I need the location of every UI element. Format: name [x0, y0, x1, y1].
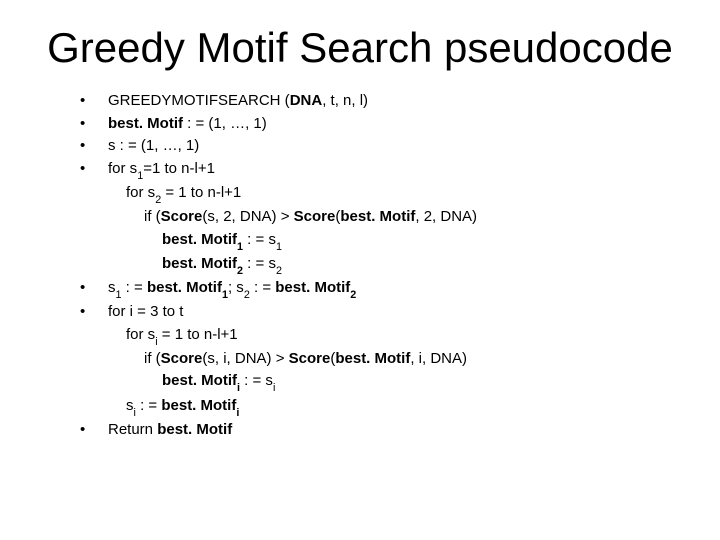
code-line: •best. Motif1 : = s1 [80, 229, 680, 253]
code-text: best. Motif2 : = s2 [108, 253, 680, 277]
code-text: s1 : = best. Motif1; s2 : = best. Motif2 [108, 277, 680, 301]
bullet-icon: • [80, 277, 108, 300]
code-text: if (Score(s, 2, DNA) > Score(best. Motif… [108, 206, 680, 229]
code-text: for s1=1 to n-l+1 [108, 158, 680, 182]
code-line: •GREEDYMOTIFSEARCH (DNA, t, n, l) [80, 90, 680, 113]
code-text: best. Motifi : = si [108, 370, 680, 394]
slide-title: Greedy Motif Search pseudocode [40, 24, 680, 72]
code-line: •if (Score(s, 2, DNA) > Score(best. Moti… [80, 206, 680, 229]
code-text: best. Motif : = (1, …, 1) [108, 113, 680, 136]
code-line: •s1 : = best. Motif1; s2 : = best. Motif… [80, 277, 680, 301]
bullet-icon: • [80, 113, 108, 136]
code-text: best. Motif1 : = s1 [108, 229, 680, 253]
bullet-icon: • [80, 135, 108, 158]
code-line: •for si = 1 to n-l+1 [80, 324, 680, 348]
code-text: s : = (1, …, 1) [108, 135, 680, 158]
code-text: GREEDYMOTIFSEARCH (DNA, t, n, l) [108, 90, 680, 113]
code-text: Return best. Motif [108, 419, 680, 442]
slide: Greedy Motif Search pseudocode •GREEDYMO… [0, 0, 720, 540]
code-text: si : = best. Motifi [108, 395, 680, 419]
code-text: for si = 1 to n-l+1 [108, 324, 680, 348]
code-line: •s : = (1, …, 1) [80, 135, 680, 158]
code-line: •Return best. Motif [80, 419, 680, 442]
bullet-icon: • [80, 158, 108, 181]
code-line: •for s2 = 1 to n-l+1 [80, 182, 680, 206]
bullet-icon: • [80, 419, 108, 442]
code-text: for s2 = 1 to n-l+1 [108, 182, 680, 206]
code-line: •si : = best. Motifi [80, 395, 680, 419]
code-line: •if (Score(s, i, DNA) > Score(best. Moti… [80, 348, 680, 371]
bullet-icon: • [80, 90, 108, 113]
code-text: for i = 3 to t [108, 301, 680, 324]
code-line: •best. Motif : = (1, …, 1) [80, 113, 680, 136]
code-line: •for i = 3 to t [80, 301, 680, 324]
code-line: •best. Motifi : = si [80, 370, 680, 394]
bullet-icon: • [80, 301, 108, 324]
code-text: if (Score(s, i, DNA) > Score(best. Motif… [108, 348, 680, 371]
code-line: •for s1=1 to n-l+1 [80, 158, 680, 182]
code-line: •best. Motif2 : = s2 [80, 253, 680, 277]
pseudocode-block: •GREEDYMOTIFSEARCH (DNA, t, n, l)•best. … [40, 90, 680, 441]
